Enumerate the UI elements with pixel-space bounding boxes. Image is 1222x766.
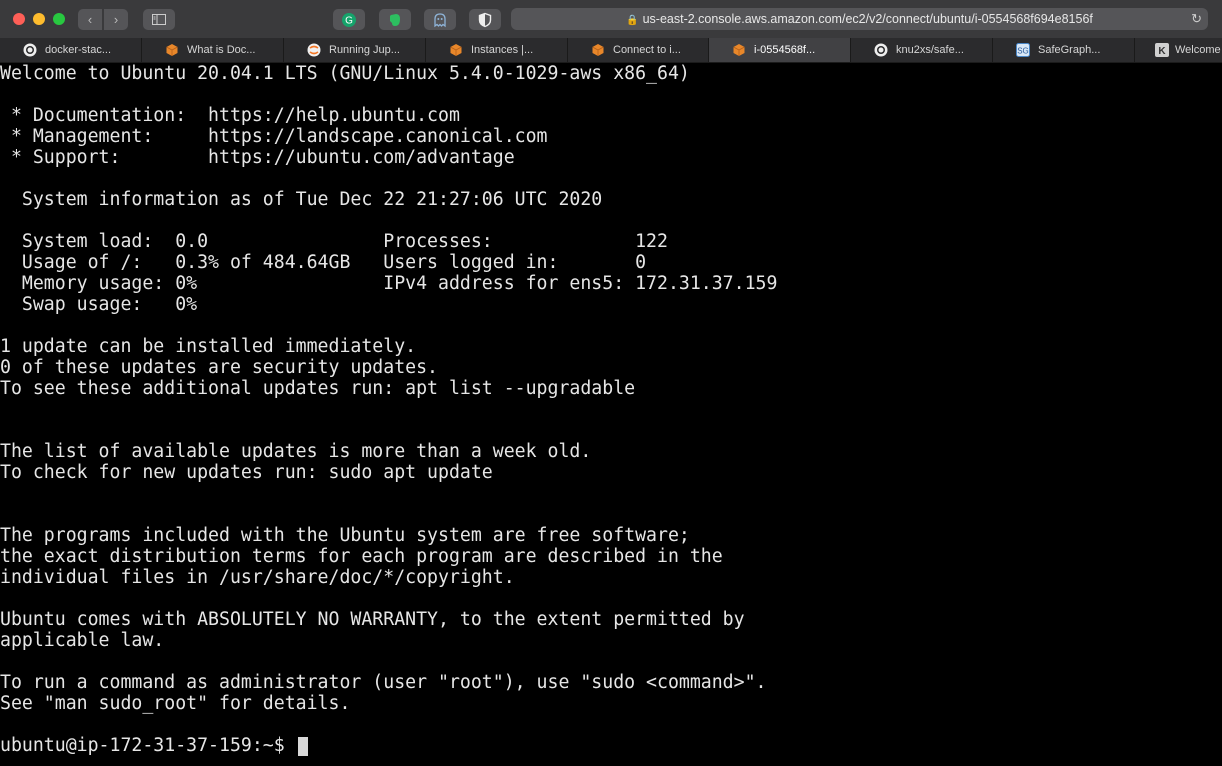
tab-knu2xs-safegraph[interactable]: knu2xs/safe... bbox=[851, 38, 993, 62]
svg-text:SG: SG bbox=[1017, 47, 1029, 56]
evernote-icon bbox=[390, 14, 400, 26]
terminal-line: individual files in /usr/share/doc/*/cop… bbox=[0, 567, 515, 588]
tab-bar: docker-stac... What is Doc... Running Ju… bbox=[0, 38, 1222, 63]
lock-icon: 🔒 bbox=[626, 15, 639, 26]
terminal-line: See "man sudo_root" for details. bbox=[0, 693, 351, 714]
svg-text:G: G bbox=[345, 16, 353, 27]
safegraph-icon: SG bbox=[1016, 43, 1030, 57]
tab-connect-to-instance[interactable]: Connect to i... bbox=[568, 38, 709, 62]
grammarly-icon: G bbox=[342, 13, 356, 27]
terminal-line: To check for new updates run: sudo apt u… bbox=[0, 462, 493, 483]
terminal-line: * Support: https://ubuntu.com/advantage bbox=[0, 147, 515, 168]
terminal-cursor[interactable] bbox=[298, 737, 308, 756]
aws-cube-icon bbox=[733, 44, 745, 56]
k-icon: K bbox=[1155, 43, 1169, 57]
browser-toolbar: ‹ › G 🔒 us-east-2.console.aws.amazon.com… bbox=[0, 0, 1222, 39]
tab-label: Instances |... bbox=[471, 44, 534, 56]
shield-icon bbox=[478, 12, 492, 28]
ghost-icon bbox=[434, 13, 446, 28]
extension-shield-button[interactable] bbox=[469, 9, 501, 30]
aws-cube-icon bbox=[450, 44, 462, 56]
terminal-line: System load: 0.0 Processes: 122 bbox=[0, 231, 668, 252]
terminal-line: 1 update can be installed immediately. bbox=[0, 336, 417, 357]
svg-text:K: K bbox=[1158, 46, 1166, 57]
aws-cube-icon bbox=[166, 44, 178, 56]
url-text: us-east-2.console.aws.amazon.com/ec2/v2/… bbox=[642, 12, 1093, 26]
extension-ghostery-button[interactable] bbox=[424, 9, 456, 30]
tab-label: SafeGraph... bbox=[1038, 44, 1101, 56]
github-icon bbox=[874, 43, 888, 57]
tab-welcome[interactable]: K Welcome bbox=[1135, 38, 1222, 62]
terminal-line: To see these additional updates run: apt… bbox=[0, 378, 636, 399]
terminal-line: * Documentation: https://help.ubuntu.com bbox=[0, 105, 460, 126]
tab-label: knu2xs/safe... bbox=[896, 44, 964, 56]
tab-what-is-docker[interactable]: What is Doc... bbox=[142, 38, 284, 62]
forward-button[interactable]: › bbox=[104, 9, 128, 30]
terminal-line: The programs included with the Ubuntu sy… bbox=[0, 525, 690, 546]
address-bar[interactable]: 🔒 us-east-2.console.aws.amazon.com/ec2/v2… bbox=[511, 8, 1208, 30]
aws-cube-icon bbox=[592, 44, 604, 56]
tab-label: Connect to i... bbox=[613, 44, 681, 56]
minimize-window-button[interactable] bbox=[33, 13, 45, 25]
tab-label: Running Jup... bbox=[329, 44, 400, 56]
tab-running-jupyter[interactable]: Running Jup... bbox=[284, 38, 426, 62]
tab-docker-stacks[interactable]: docker-stac... bbox=[0, 38, 142, 62]
tab-safegraph[interactable]: SG SafeGraph... bbox=[993, 38, 1135, 62]
terminal-line: To run a command as administrator (user … bbox=[0, 672, 767, 693]
terminal-line: Welcome to Ubuntu 20.04.1 LTS (GNU/Linux… bbox=[0, 63, 690, 84]
extension-evernote-button[interactable] bbox=[379, 9, 411, 30]
terminal-line: The list of available updates is more th… bbox=[0, 441, 592, 462]
tab-label: docker-stac... bbox=[45, 44, 112, 56]
github-icon bbox=[23, 43, 37, 57]
tab-instances[interactable]: Instances |... bbox=[426, 38, 568, 62]
tab-label: i-0554568f... bbox=[754, 44, 816, 56]
terminal-prompt: ubuntu@ip-172-31-37-159:~$ bbox=[0, 735, 296, 756]
chevron-right-icon: › bbox=[113, 12, 119, 27]
back-button[interactable]: ‹ bbox=[78, 9, 102, 30]
terminal-line: 0 of these updates are security updates. bbox=[0, 357, 438, 378]
terminal-line: System information as of Tue Dec 22 21:2… bbox=[0, 189, 603, 210]
terminal-line: Usage of /: 0.3% of 484.64GB Users logge… bbox=[0, 252, 647, 273]
chevron-left-icon: ‹ bbox=[87, 12, 93, 27]
jupyter-icon bbox=[307, 43, 321, 57]
terminal-line: Ubuntu comes with ABSOLUTELY NO WARRANTY… bbox=[0, 609, 745, 630]
tab-label: What is Doc... bbox=[187, 44, 256, 56]
terminal-line: applicable law. bbox=[0, 630, 165, 651]
tab-label: Welcome bbox=[1175, 44, 1221, 56]
terminal-line: * Management: https://landscape.canonica… bbox=[0, 126, 548, 147]
zoom-window-button[interactable] bbox=[53, 13, 65, 25]
sidebar-icon bbox=[152, 14, 166, 25]
reload-icon[interactable]: ↻ bbox=[1191, 8, 1202, 30]
terminal-line: Swap usage: 0% bbox=[0, 294, 198, 315]
extension-grammarly-button[interactable]: G bbox=[333, 9, 365, 30]
tab-instance-terminal[interactable]: i-0554568f... bbox=[709, 38, 851, 62]
show-sidebar-button[interactable] bbox=[143, 9, 175, 30]
terminal-line: the exact distribution terms for each pr… bbox=[0, 546, 723, 567]
terminal-output[interactable]: Welcome to Ubuntu 20.04.1 LTS (GNU/Linux… bbox=[0, 63, 1222, 766]
terminal-line: Memory usage: 0% IPv4 address for ens5: … bbox=[0, 273, 778, 294]
close-window-button[interactable] bbox=[13, 13, 25, 25]
